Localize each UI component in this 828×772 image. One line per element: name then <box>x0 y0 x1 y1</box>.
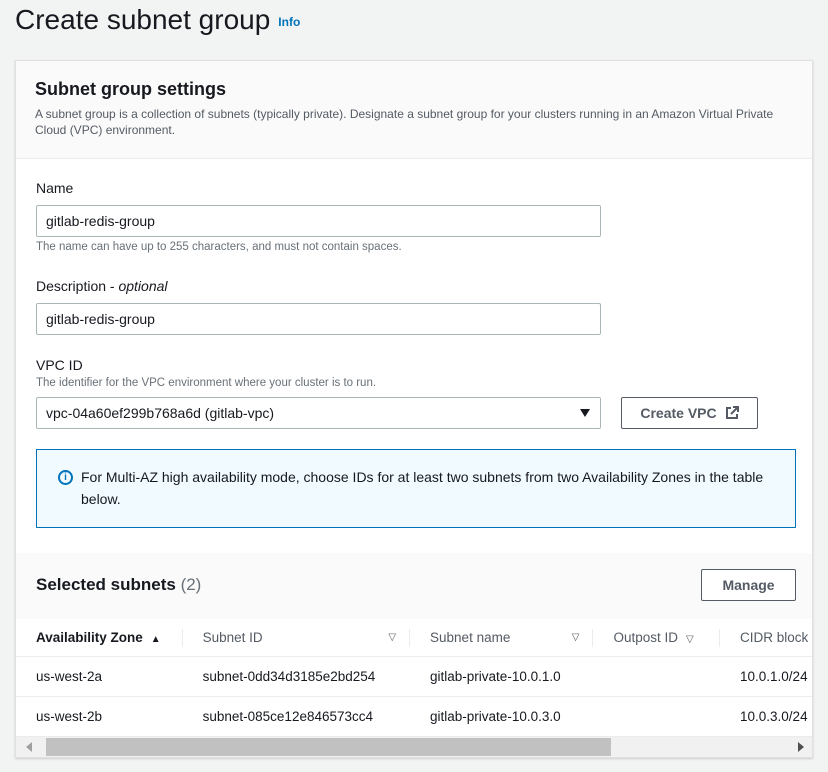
optional-label: optional <box>118 278 167 294</box>
sort-icon: ▽ <box>686 634 694 645</box>
column-cidr-block[interactable]: CIDR block <box>720 619 812 656</box>
column-subnet-name[interactable]: Subnet name ▽ <box>410 619 593 656</box>
multi-az-info-alert: i For Multi-AZ high availability mode, ch… <box>36 449 796 528</box>
alert-text: For Multi-AZ high availability mode, cho… <box>81 469 763 507</box>
column-label: CIDR block <box>740 630 808 645</box>
table-row: us-west-2a subnet-0dd34d3185e2bd254 gitl… <box>16 656 812 696</box>
column-label: Subnet ID <box>203 630 263 645</box>
cell-subnet-id: subnet-0dd34d3185e2bd254 <box>183 656 410 696</box>
vpc-id-label: VPC ID <box>36 357 83 373</box>
cell-outpost-id <box>593 696 720 736</box>
description-input[interactable]: gitlab-redis-group <box>36 303 601 335</box>
page-title: Create subnet group Info <box>15 4 300 36</box>
scroll-right-icon[interactable] <box>798 742 804 752</box>
info-circle-icon: i <box>58 470 73 485</box>
cell-az: us-west-2a <box>16 656 183 696</box>
sort-icon: ▽ <box>388 632 396 643</box>
scrollbar-thumb[interactable] <box>46 738 611 756</box>
selected-subnets-title: Selected subnets <box>36 575 176 594</box>
selected-subnets-heading: Selected subnets (2) <box>36 575 201 595</box>
cell-outpost-id <box>593 656 720 696</box>
table-row: us-west-2b subnet-085ce12e846573cc4 gitl… <box>16 696 812 736</box>
caret-down-icon <box>580 409 590 417</box>
selected-subnets-count: (2) <box>181 575 202 594</box>
column-label: Availability Zone <box>36 630 143 645</box>
sort-ascending-icon: ▲ <box>151 634 161 645</box>
cell-az: us-west-2b <box>16 696 183 736</box>
cell-cidr: 10.0.3.0/24 <box>720 696 812 736</box>
info-link[interactable]: Info <box>278 15 300 29</box>
vpc-id-value: vpc-04a60ef299b768a6d (gitlab-vpc) <box>46 405 274 421</box>
horizontal-scrollbar[interactable] <box>16 737 813 757</box>
panel-description: A subnet group is a collection of subnet… <box>35 106 793 138</box>
vpc-id-hint: The identifier for the VPC environment w… <box>36 377 376 389</box>
scroll-left-icon[interactable] <box>26 742 32 752</box>
subnet-group-settings-panel: Subnet group settings A subnet group is … <box>15 60 813 758</box>
panel-header: Subnet group settings A subnet group is … <box>16 61 812 159</box>
column-label: Outpost ID <box>613 630 678 645</box>
column-subnet-id[interactable]: Subnet ID ▽ <box>183 619 410 656</box>
name-label: Name <box>36 180 73 196</box>
sort-icon: ▽ <box>572 632 580 643</box>
description-label: Description - optional <box>36 278 168 294</box>
vpc-id-select[interactable]: vpc-04a60ef299b768a6d (gitlab-vpc) <box>36 397 601 429</box>
name-hint: The name can have up to 255 characters, … <box>36 241 402 253</box>
external-link-icon <box>725 406 739 420</box>
cell-subnet-name: gitlab-private-10.0.3.0 <box>410 696 593 736</box>
table-header-row: Availability Zone ▲ Subnet ID ▽ Subnet nam… <box>16 619 812 656</box>
create-vpc-label: Create VPC <box>640 405 716 421</box>
create-vpc-button[interactable]: Create VPC <box>621 397 758 429</box>
cell-subnet-id: subnet-085ce12e846573cc4 <box>183 696 410 736</box>
column-outpost-id[interactable]: Outpost ID ▽ <box>593 619 720 656</box>
cell-subnet-name: gitlab-private-10.0.1.0 <box>410 656 593 696</box>
selected-subnets-table: Availability Zone ▲ Subnet ID ▽ Subnet nam… <box>16 619 812 737</box>
selected-subnets-header: Selected subnets (2) Manage <box>16 553 813 619</box>
manage-button[interactable]: Manage <box>701 569 796 601</box>
page-title-text: Create subnet group <box>15 4 270 35</box>
name-input[interactable]: gitlab-redis-group <box>36 205 601 237</box>
description-label-text: Description - <box>36 278 118 294</box>
panel-heading: Subnet group settings <box>35 79 793 100</box>
column-availability-zone[interactable]: Availability Zone ▲ <box>16 619 183 656</box>
column-label: Subnet name <box>430 630 510 645</box>
cell-cidr: 10.0.1.0/24 <box>720 656 812 696</box>
